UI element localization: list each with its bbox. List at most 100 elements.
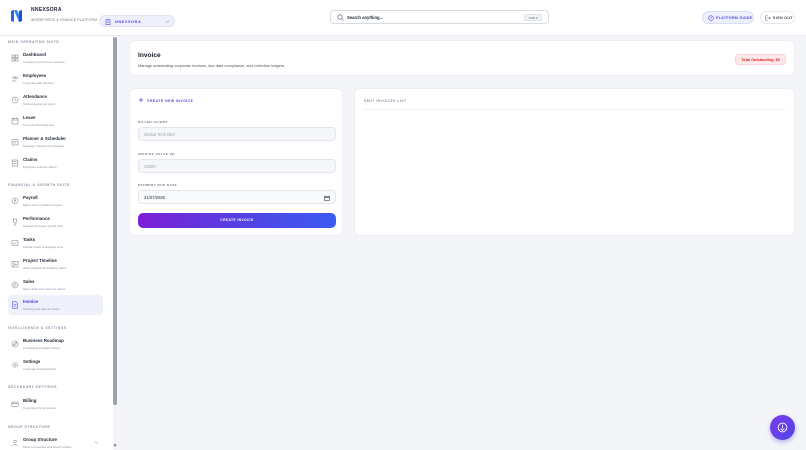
sidebar-item-subtitle: Corporate threshold limits <box>23 366 56 371</box>
org-selector[interactable]: NNEXSORA <box>99 15 175 27</box>
chevron-down-icon <box>165 20 170 23</box>
billed-client-label: BILLED CLIENT <box>138 120 168 124</box>
sidebar-item-label: Project Timeline <box>23 257 57 263</box>
sidebar-item-invoice[interactable]: Invoice Invoicing and payment flows <box>8 295 103 315</box>
sales-icon <box>11 281 19 289</box>
trophy-icon <box>13 218 17 226</box>
platform-guide-label: PLATFORM GUIDE <box>716 16 753 21</box>
org-selector-label: NNEXSORA <box>115 19 142 24</box>
search-bar[interactable]: Search anything... CMD K <box>330 10 549 24</box>
create-invoice-card: CREATE NEW INVOICE BILLED CLIENT INVOICE… <box>129 88 343 236</box>
sidebar-item-label: Sales <box>23 278 35 284</box>
brand-logo-icon <box>11 10 22 22</box>
sidebar-item-tasks[interactable]: Tasks Kanban board & assigned work <box>8 233 103 253</box>
sidebar-item-subtitle: Gantt progress and delivery dates <box>23 265 67 270</box>
sidebar-item-subtitle: Invoicing and payment flows <box>23 306 60 311</box>
sidebar-section-title: MAIN OPERATING SUITE <box>8 40 60 44</box>
sent-invoices-heading: SENT INVOICES LIST <box>364 99 407 103</box>
sent-invoices-card: SENT INVOICES LIST <box>354 88 795 236</box>
sidebar-item-project-timeline[interactable]: Project Timeline Gantt progress and deli… <box>8 254 103 274</box>
help-circle-icon <box>708 15 714 21</box>
sidebar-item-settings[interactable]: Settings Corporate threshold limits <box>8 355 103 375</box>
top-header: NNEXSORA WORKFORCE & FINANCE PLATFORM NN… <box>0 0 806 36</box>
sidebar-item-employees[interactable]: Employees Corporate staff directory <box>8 69 103 89</box>
brand-subtitle: WORKFORCE & FINANCE PLATFORM <box>31 18 98 22</box>
sidebar-item-label: Business Roadmap <box>23 337 64 343</box>
users-icon <box>11 76 18 83</box>
building-icon <box>105 19 111 25</box>
platform-guide-button[interactable]: PLATFORM GUIDE <box>702 11 754 24</box>
sidebar-item-label: Invoice <box>23 298 39 304</box>
sidebar-item-label: Attendance <box>23 93 47 99</box>
invoice-value-input[interactable] <box>139 160 335 172</box>
payroll-icon <box>11 197 19 205</box>
sidebar-item-planner[interactable]: Planner & Scheduler Meetings, activities… <box>8 132 103 152</box>
sidebar-item-payroll[interactable]: Payroll Salary and compliance ledgers <box>8 191 103 211</box>
billed-client-input[interactable] <box>139 128 335 140</box>
search-placeholder: Search anything... <box>347 15 384 20</box>
grid-icon <box>11 54 19 62</box>
sidebar-item-claims[interactable]: Claims Employee expense claims <box>8 153 103 173</box>
search-icon <box>337 14 344 21</box>
sidebar-item-label: Billing <box>23 397 37 403</box>
payment-due-date-field <box>138 190 336 204</box>
sidebar-item-label: Employees <box>23 72 47 78</box>
sidebar-item-subtitle: Corporate pricing licenses <box>23 405 57 410</box>
sidebar-item-business-roadmap[interactable]: Business Roadmap Forecasting & targets s… <box>8 334 103 354</box>
sidebar-item-label: Settings <box>23 358 41 364</box>
planner-icon <box>11 139 19 146</box>
create-invoice-heading: CREATE NEW INVOICE <box>147 98 194 103</box>
sidebar-item-subtitle: Company performance overview <box>23 59 65 64</box>
sidebar-item-label: Tasks <box>23 236 36 242</box>
plus-icon <box>138 97 144 103</box>
sidebar-item-subtitle: Employee expense claims <box>23 164 57 169</box>
sidebar-item-label: Claims <box>23 156 38 162</box>
sidebar-item-subtitle: Time-off scheduling logs <box>23 122 55 127</box>
billing-icon <box>11 401 19 407</box>
sidebar-item-label: Payroll <box>23 194 38 200</box>
create-invoice-button[interactable]: CREATE INVOICE <box>138 213 336 228</box>
group-icon <box>12 439 18 447</box>
scroll-down-arrow-icon[interactable] <box>113 443 117 448</box>
page-header-card: Invoice Manage outstanding corporate inv… <box>129 40 795 76</box>
sidebar-item-subtitle: Corporate staff directory <box>23 80 54 85</box>
page-title: Invoice <box>138 52 161 59</box>
sidebar-item-dashboard[interactable]: Dashboard Company performance overview <box>8 48 103 68</box>
sidebar-item-billing[interactable]: Billing Corporate pricing licenses <box>8 394 103 414</box>
brand-name: NNEXSORA <box>31 7 62 13</box>
sidebar-item-leave[interactable]: Leave Time-off scheduling logs <box>8 111 103 131</box>
sign-out-label: SIGN OUT <box>773 16 793 21</box>
billed-client-field <box>138 127 336 141</box>
compass-icon <box>777 422 788 433</box>
sidebar-section-title: FINANCIAL & GROWTH SUITE <box>8 183 70 187</box>
invoice-icon <box>12 301 18 309</box>
sidebar-item-subtitle: Parent companies and branch entities <box>23 444 72 449</box>
create-invoice-button-label: CREATE INVOICE <box>220 218 254 222</box>
sidebar-item-subtitle: Salary and compliance ledgers <box>23 202 63 207</box>
sidebar-scrollbar-thumb[interactable] <box>113 37 117 405</box>
sidebar-item-subtitle: Meetings, activities & schedules <box>23 143 64 148</box>
search-shortcut-badge: CMD K <box>524 14 542 21</box>
payment-due-date-input[interactable] <box>139 191 335 203</box>
logout-icon <box>765 15 771 21</box>
assistant-fab-button[interactable] <box>770 415 795 440</box>
sidebar-item-label: Group Structure <box>23 436 57 442</box>
sidebar-item-sales[interactable]: Sales Sales deals and customer values <box>8 275 103 295</box>
sidebar-item-group-structure[interactable]: Group Structure Parent companies and bra… <box>8 433 103 450</box>
chevron-down-icon <box>94 441 99 444</box>
calendar-icon <box>11 117 19 125</box>
page-subtitle: Manage outstanding corporate invoices, d… <box>138 63 286 68</box>
calendar-icon[interactable] <box>324 195 330 201</box>
sidebar-item-subtitle: Verified geofenced logins <box>23 101 56 106</box>
payment-due-date-label: PAYMENT DUE DATE <box>138 183 178 187</box>
gear-icon <box>12 362 18 368</box>
sidebar-item-attendance[interactable]: Attendance Verified geofenced logins <box>8 90 103 110</box>
sign-out-button[interactable]: SIGN OUT <box>760 11 795 24</box>
sidebar-section-title: GROUP STRUCTURE <box>8 425 51 429</box>
list-divider <box>364 109 786 110</box>
sidebar-item-label: Planner & Scheduler <box>23 135 66 141</box>
sidebar-item-subtitle: Forecasting & targets setting <box>23 345 60 350</box>
sidebar-item-performance[interactable]: Performance Reviews and team growth tool… <box>8 212 103 232</box>
sidebar-item-subtitle: Kanban board & assigned work <box>23 244 64 249</box>
sidebar-item-subtitle: Sales deals and customer values <box>23 286 66 291</box>
